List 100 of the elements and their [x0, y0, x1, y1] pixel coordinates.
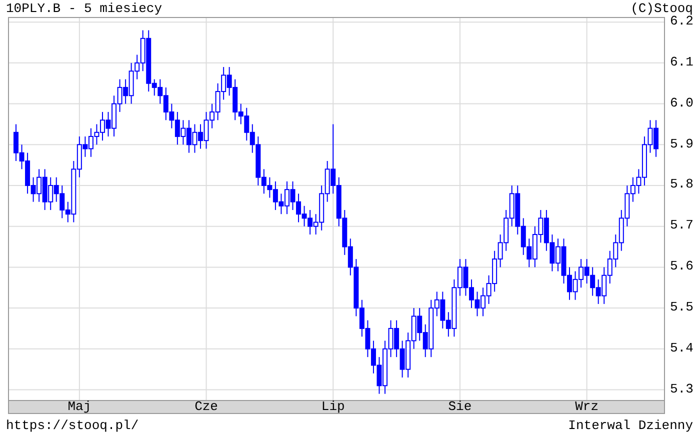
candlestick — [296, 193, 302, 223]
candlestick — [584, 258, 590, 284]
candlestick — [654, 120, 658, 158]
candlestick — [210, 103, 215, 129]
candlestick — [221, 66, 226, 100]
y-axis-label: 5.8 — [670, 176, 694, 192]
y-axis-label: 5.4 — [670, 340, 694, 356]
x-axis-label: Lip — [321, 399, 345, 414]
chart-title: 10PLY.B - 5 miesiecy — [6, 0, 162, 17]
candlestick — [417, 308, 422, 342]
candlestick — [446, 312, 451, 338]
candlestick — [192, 124, 198, 154]
candlestick — [567, 266, 572, 300]
candlestick — [244, 107, 250, 142]
candlestick — [54, 176, 59, 202]
candlestick — [215, 82, 220, 121]
candlestick — [100, 111, 105, 142]
candlestick — [607, 250, 612, 284]
candlestick — [313, 214, 318, 236]
y-axis-label: 5.7 — [670, 218, 694, 233]
x-axis-label: Cze — [194, 399, 218, 414]
candlestick — [290, 180, 296, 210]
y-axis-label: 6.2 — [670, 14, 694, 29]
candlestick — [204, 111, 209, 150]
candlestick — [302, 205, 307, 227]
candlestick — [261, 168, 266, 194]
x-axis-label: Maj — [68, 399, 92, 414]
candlestick — [365, 320, 370, 358]
candlestick — [648, 120, 653, 154]
candlestick — [400, 340, 405, 378]
candlestick — [596, 278, 601, 304]
candlestick — [60, 184, 65, 219]
x-axis-label: Wrz — [575, 399, 598, 414]
candlestick — [65, 201, 70, 223]
candlestick — [88, 128, 94, 158]
candlestick — [550, 234, 555, 272]
candlestick — [267, 176, 272, 198]
copyright-text: (C)Stooq — [630, 0, 693, 16]
candlestick — [602, 266, 607, 304]
candlestick — [284, 180, 290, 215]
candlestick — [520, 218, 526, 256]
candlestick — [19, 144, 24, 170]
candlestick — [106, 111, 111, 137]
candlestick — [572, 270, 578, 300]
candlestick — [348, 238, 353, 276]
candlestick — [123, 78, 128, 104]
x-axis-label: Sie — [448, 399, 472, 414]
candlestick — [376, 356, 382, 394]
candlestick — [36, 168, 42, 202]
candlestick — [578, 258, 584, 288]
y-axis-label: 5.3 — [670, 381, 694, 396]
candlestick — [370, 340, 376, 374]
candlestick — [158, 78, 163, 104]
candlestick — [82, 136, 88, 158]
candlestick — [630, 176, 636, 202]
candlestick — [486, 274, 492, 304]
y-axis-label: 5.9 — [670, 136, 694, 152]
candlestick — [538, 210, 544, 244]
candlestick — [238, 103, 244, 125]
candlestick — [169, 103, 174, 129]
candlestick — [457, 258, 462, 296]
candlestick — [330, 124, 336, 194]
candlestick — [250, 124, 255, 154]
candlestick — [434, 291, 440, 317]
candlestick — [422, 324, 428, 358]
candlestick — [440, 291, 446, 329]
candlestick — [388, 320, 394, 358]
candlestick — [463, 258, 468, 296]
y-axis-label: 5.6 — [670, 258, 694, 274]
candlestick — [474, 291, 480, 317]
candlestick — [174, 111, 180, 146]
candlestick — [308, 210, 313, 236]
interval-text: Interwal Dzienny — [568, 416, 693, 435]
candlestick — [480, 287, 486, 317]
source-url: https://stooq.pl/ — [6, 416, 139, 435]
candlestick — [359, 299, 364, 338]
candlestick — [163, 86, 168, 121]
candlestick — [636, 168, 642, 194]
candlestick — [94, 124, 100, 146]
candlestick — [468, 278, 474, 309]
y-axis-label: 5.5 — [670, 300, 694, 315]
candlestick — [394, 320, 400, 358]
candlestick — [186, 120, 192, 154]
candlestick — [272, 180, 278, 210]
candlestick — [498, 234, 503, 268]
candlestick — [613, 234, 618, 268]
y-axis-label: 6.0 — [670, 95, 694, 110]
candlestick — [14, 124, 18, 162]
candlestick — [134, 54, 140, 80]
candlestick — [226, 66, 232, 96]
candlestick — [590, 266, 596, 296]
candlestick — [117, 78, 122, 112]
candlestick — [152, 78, 157, 96]
candlestick — [198, 124, 204, 150]
candlestick — [180, 120, 186, 146]
candlestick — [555, 238, 560, 272]
candlestick — [278, 193, 284, 215]
candlestick — [30, 176, 36, 202]
y-axis-label: 6.1 — [670, 54, 694, 70]
candlestick — [48, 176, 54, 210]
